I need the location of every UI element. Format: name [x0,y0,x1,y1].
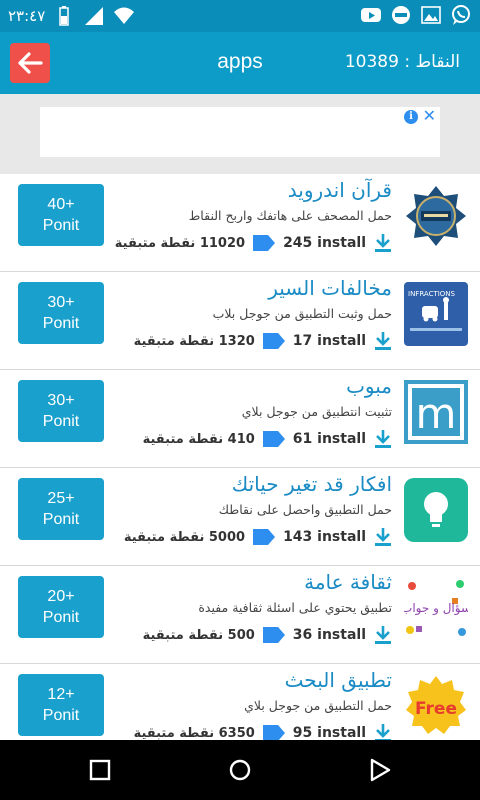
remaining-points: 1320 نقطة متبقية [133,333,255,349]
thumb-text: سؤال و جواب [404,601,468,616]
app-name: تطبيق البحث [284,668,392,692]
app-stats: 36 install 500 نقطة متبقية [143,624,392,646]
app-description: حمل التطبيق من جوجل بلاي [244,698,392,713]
points-value: 25+ [47,490,75,507]
app-name: افكار قد تغير حياتك [231,472,392,496]
free-badge-icon: Free [404,674,468,738]
recents-square-icon[interactable] [88,758,112,782]
points-value: 12+ [47,686,75,703]
app-description: تثبيت انتطبيق من جوجل بلاي [241,404,392,419]
list-item[interactable]: 30+ Ponit m مبوب تثبيت انتطبيق من جوجل ب… [0,370,480,468]
signal-icon [85,7,104,25]
app-name: ثقافة عامة [304,570,392,594]
points-value: 20+ [47,588,75,605]
points-unit: Ponit [42,315,80,332]
remaining-points: 410 نقطة متبقية [142,431,255,447]
install-count: 245 install [283,235,366,251]
install-count: 95 install [292,725,366,740]
tag-icon [253,529,276,545]
thumb-text: m [416,389,457,438]
download-icon[interactable] [374,625,392,645]
mobawab-app-icon: m [404,380,468,444]
app-name: مخالفات السير [268,276,392,300]
youtube-icon [361,8,381,22]
download-icon[interactable] [374,233,392,253]
home-circle-icon[interactable] [228,758,252,782]
quran-app-icon [404,184,468,248]
remaining-points: 11020 نقطة متبقية [114,235,246,251]
gallery-icon [421,6,441,24]
system-nav-bar [0,740,480,800]
download-icon[interactable] [374,723,392,740]
install-count: 36 install [292,627,366,643]
app-stats: 143 install 5000 نقطة متبقية [124,526,392,548]
install-count: 61 install [292,431,366,447]
app-stats: 61 install 410 نقطة متبقية [143,428,392,450]
points-button[interactable]: 40+ Ponit [18,184,104,246]
ad-close-icon[interactable]: ✕ [423,107,436,125]
points-balance: النقاط : 10389 [344,52,460,72]
list-item[interactable]: 20+ Ponit سؤال و جواب ثقافة عامة تطبيق ي… [0,566,480,664]
list-item[interactable]: 30+ Ponit INFRACTIONS مخالفات السير حمل … [0,272,480,370]
points-unit: Ponit [42,609,80,626]
tag-icon [262,725,285,740]
thumb-text: INFRACTIONS [408,290,456,298]
whatsapp-icon [452,5,470,25]
app-stats: 17 install 1320 نقطة متبقية [134,330,392,352]
points-value: 40+ [47,196,75,213]
status-time: ٢٣:٤٧ [8,7,46,25]
remaining-points: 5000 نقطة متبقية [123,529,246,545]
points-button[interactable]: 12+ Ponit [18,674,104,736]
lightbulb-app-icon [404,478,468,542]
points-unit: Ponit [42,511,80,528]
status-bar: ٢٣:٤٧ [0,0,480,32]
thumb-text: Free [415,699,457,719]
tag-icon [262,627,285,643]
points-button[interactable]: 30+ Ponit [18,282,104,344]
app-description: حمل التطبيق واحصل على نقاطك [218,502,392,517]
points-unit: Ponit [42,217,80,234]
traffic-violations-app-icon: INFRACTIONS [404,282,468,346]
download-icon[interactable] [374,429,392,449]
points-button[interactable]: 30+ Ponit [18,380,104,442]
list-item[interactable]: 25+ Ponit افكار قد تغير حياتك حمل التطبي… [0,468,480,566]
offers-list[interactable]: 40+ Ponit قرآن اندرويد حمل المصحف على ها… [0,174,480,740]
status-left-group: ٢٣:٤٧ [8,5,135,27]
app-stats: 95 install 6350 نقطة متبقية [134,722,392,740]
app-name: قرآن اندرويد [287,178,392,202]
status-right-group [360,4,472,26]
app-stats: 245 install 11020 نقطة متبقية [115,232,392,254]
app-description: تطبيق يحتوي على اسئلة ثقافية مفيدة [198,600,392,615]
tag-icon [253,235,276,251]
remaining-points: 6350 نقطة متبقية [133,725,255,741]
download-icon[interactable] [374,331,392,351]
battery-icon [59,6,70,26]
app-description: حمل المصحف على هاتفك واربح النقاط [188,208,392,223]
download-icon[interactable] [374,527,392,547]
install-count: 17 install [292,333,366,349]
points-value: 30+ [47,392,75,409]
question-answer-app-icon: سؤال و جواب [404,576,468,640]
install-count: 143 install [283,529,366,545]
ad-area: i ✕ [0,94,480,174]
tag-icon [262,431,285,447]
points-unit: Ponit [42,707,80,724]
tag-icon [262,333,285,349]
remaining-points: 500 نقطة متبقية [142,627,255,643]
ad-info-icon[interactable]: i [404,110,418,124]
list-item[interactable]: 40+ Ponit قرآن اندرويد حمل المصحف على ها… [0,174,480,272]
points-button[interactable]: 20+ Ponit [18,576,104,638]
ad-banner[interactable]: i ✕ [40,107,440,157]
points-unit: Ponit [42,413,80,430]
back-triangle-icon[interactable] [368,758,392,782]
app-bar: apps النقاط : 10389 [0,32,480,94]
wifi-icon [114,7,135,24]
app-description: حمل وثبت التطبيق من جوجل بلاب [212,306,392,321]
notification-app-icon [392,6,410,24]
app-name: مبوب [346,374,392,398]
points-value: 30+ [47,294,75,311]
points-button[interactable]: 25+ Ponit [18,478,104,540]
list-item[interactable]: 12+ Ponit Free تطبيق البحث حمل التطبيق م… [0,664,480,740]
